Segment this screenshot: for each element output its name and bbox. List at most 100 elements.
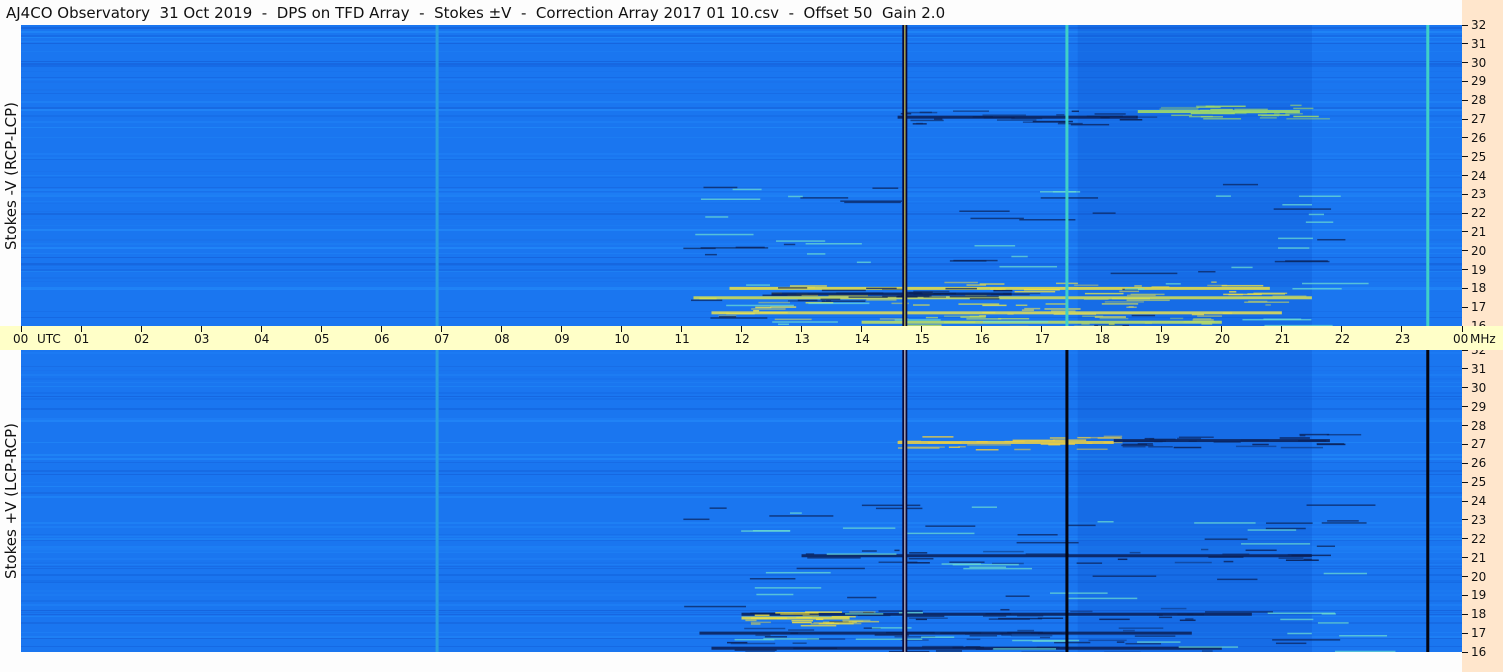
band-fragment [1084,292,1124,295]
band-fragment [1014,448,1031,451]
signal-streak [807,557,861,559]
band-fragment [1285,559,1319,561]
signal-streak [1137,641,1181,643]
band-fragment [1149,438,1176,440]
band-fragment [774,318,812,321]
chart-title: AJ4CO Observatory 31 Oct 2019 - DPS on T… [6,4,946,22]
band-fragment [861,550,877,552]
freq-tick-mark [1462,80,1468,82]
signal-streak [969,566,1007,568]
band-fragment [744,627,786,630]
signal-streak [1205,611,1273,613]
time-tick-label: 00 [13,332,29,346]
signal-streak [796,567,865,570]
band-fragment [758,301,791,304]
freq-tick-mark [1462,481,1468,483]
freq-tick-label: 26 [1471,130,1487,145]
time-tick-label: 15 [914,332,930,346]
band-fragment [1104,301,1144,303]
band-fragment [1082,315,1104,318]
signal-streak [1287,632,1312,635]
band-fragment [948,446,960,449]
band-fragment [815,618,824,621]
freq-tick-mark [1462,306,1468,308]
signal-streak [845,613,884,615]
signal-streak [1323,572,1367,575]
band-fragment [966,318,1002,320]
freq-tick-mark [1462,500,1468,502]
frequency-axis-bottom: 16 17 18 19 20 21 22 23 24 25 26 27 28 29 30 31 32 [1462,343,1503,672]
band-fragment [1187,613,1205,616]
signal-streak [1321,522,1367,524]
band-fragment [1045,303,1068,305]
band-fragment [1272,295,1307,297]
band-fragment [998,617,1043,620]
signal-streak [800,197,849,199]
band-fragment [1203,118,1242,120]
signal-streak [1092,212,1116,214]
band-fragment [966,638,981,641]
band-fragment [849,611,876,613]
band-fragment [1285,112,1303,115]
emission-band [693,296,1312,300]
band-fragment [919,111,932,114]
band-fragment [1129,551,1141,554]
freq-tick-label: 23 [1471,512,1487,527]
time-axis: 00 01 02 03 04 05 06 07 08 09 10 11 12 13 14 15 16 17 18 19… [0,326,1503,350]
signal-streak [700,247,769,249]
freq-tick-mark [1462,250,1468,252]
band-fragment [1316,443,1346,446]
band-fragment [1054,641,1091,644]
signal-streak [826,553,897,555]
band-fragment [910,119,944,122]
signal-streak [704,253,717,256]
band-fragment [866,299,897,301]
signal-streak [1198,270,1216,273]
signal-streak [1308,213,1325,216]
freq-tick-mark [1462,62,1468,64]
signal-streak [752,529,791,532]
band-fragment [888,650,930,652]
time-tick-label: 11 [674,332,690,346]
band-fragment [878,610,923,612]
freq-tick-mark [1462,576,1468,577]
vertical-line [1426,25,1430,326]
band-fragment [894,549,900,552]
time-tick-label: 08 [494,332,510,346]
band-fragment [1100,116,1110,119]
freq-tick-mark [1462,425,1468,426]
band-fragment [822,621,857,624]
signal-streak [1242,318,1312,321]
band-fragment [1077,436,1121,439]
freq-tick-mark [1462,43,1468,45]
band-fragment [1197,315,1223,317]
band-fragment [1128,306,1134,308]
signal-streak [1292,287,1342,290]
band-fragment [1057,122,1083,125]
band-fragment [1280,446,1324,449]
band-fragment [975,448,999,451]
freq-tick-label: 26 [1471,456,1487,471]
band-fragment [1234,108,1268,111]
time-tick-label: 06 [374,332,390,346]
time-tick-label: 04 [254,332,270,346]
signal-streak [1317,238,1346,241]
time-tick-label: 20 [1214,332,1231,346]
band-fragment [1011,634,1053,637]
band-fragment [792,621,812,624]
band-fragment [792,642,807,644]
band-fragment [797,299,818,302]
signal-streak [762,294,802,297]
band-fragment [1205,105,1246,108]
signal-streak [875,507,923,510]
signal-streak [763,638,820,640]
band-fragment [1222,553,1250,555]
freq-tick-label: 24 [1471,494,1487,508]
band-fragment [1051,310,1076,312]
band-fragment [1286,118,1330,120]
freq-tick-mark [1462,24,1468,26]
freq-tick-mark [1462,651,1468,653]
signal-streak [788,195,803,198]
band-fragment [1178,436,1214,438]
freq-tick-mark [1462,519,1468,521]
